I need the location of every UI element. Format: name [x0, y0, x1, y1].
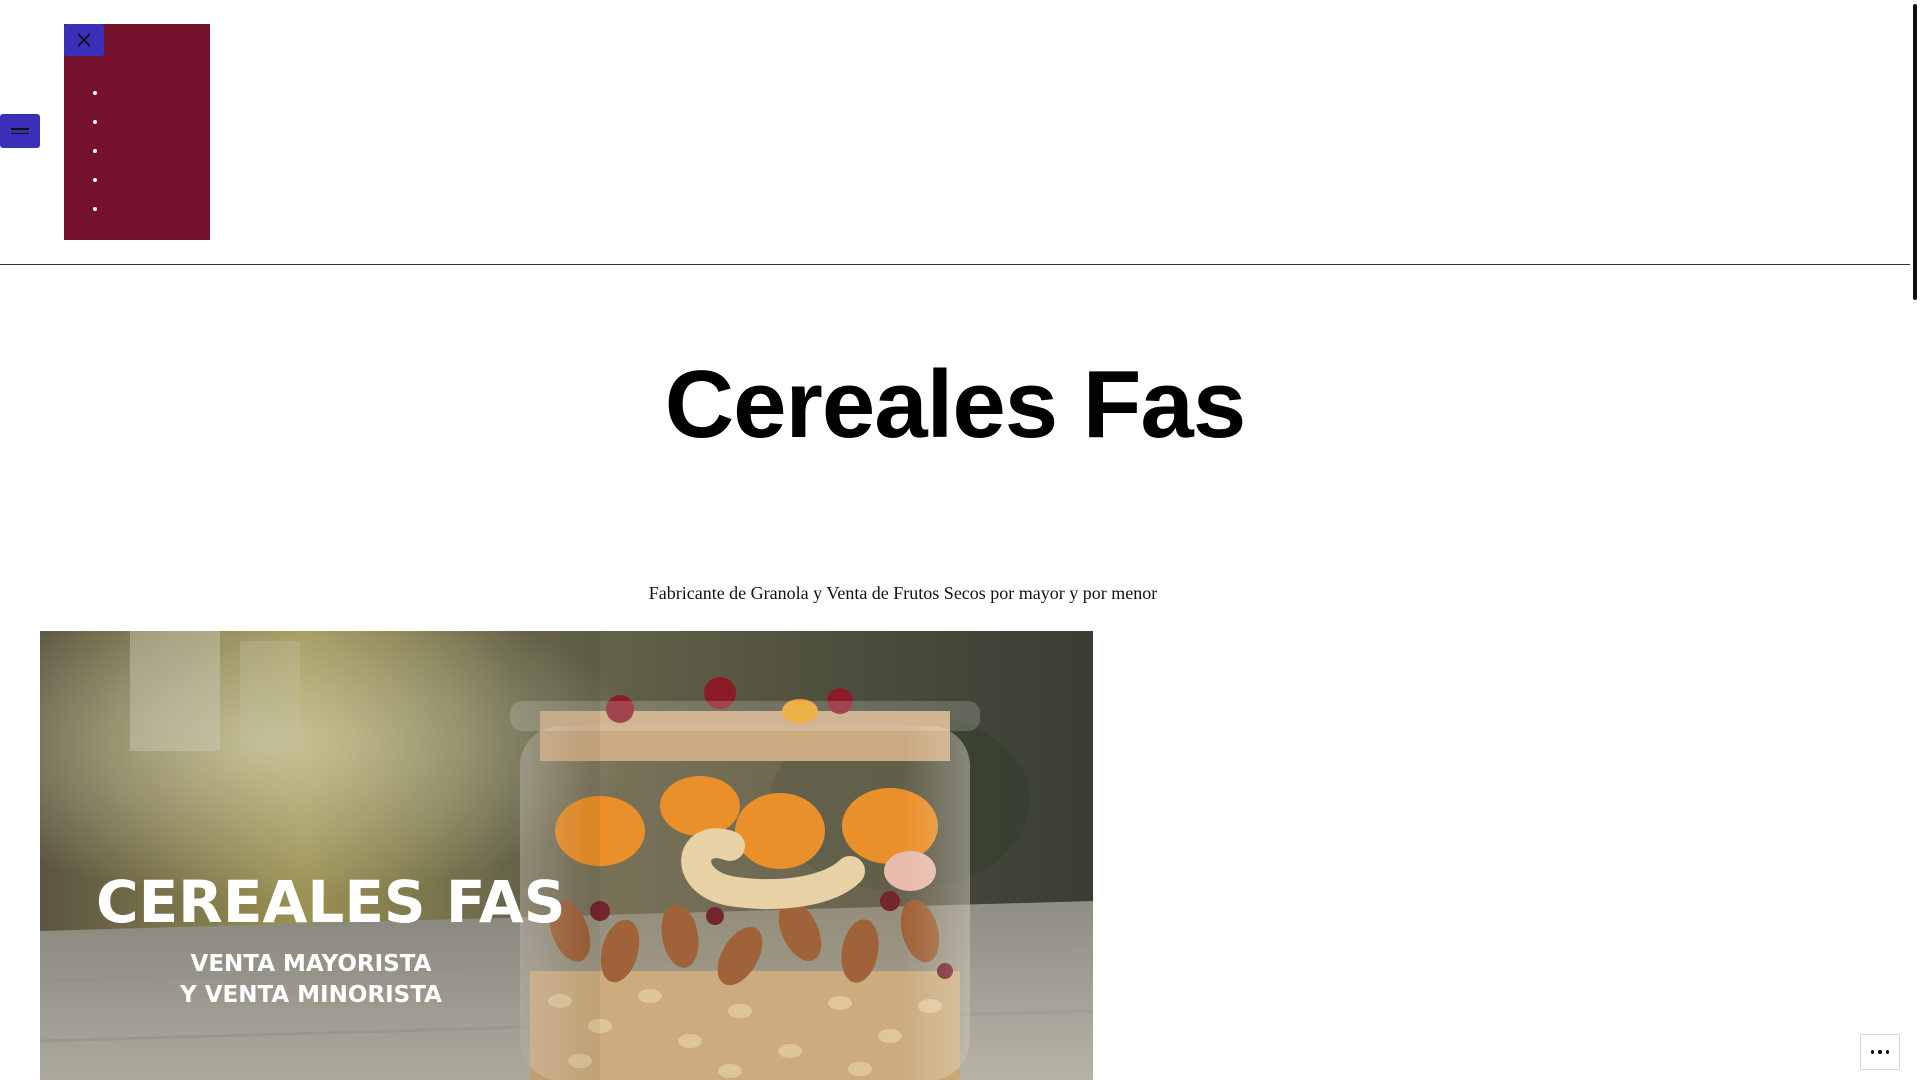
- open-menu-button[interactable]: [0, 114, 40, 148]
- site-tagline: Fabricante de Granola y Venta de Frutos …: [648, 583, 1158, 603]
- header-divider: [0, 264, 1910, 265]
- hero-image: CEREALES FAS VENTA MAYORISTA Y VENTA MIN…: [40, 631, 1093, 1080]
- hero-brand-text: CEREALES FAS: [96, 868, 566, 936]
- close-menu-button[interactable]: [64, 24, 104, 56]
- hero-subline-1: VENTA MAYORISTA: [190, 951, 432, 977]
- more-horizontal-icon: [1869, 1050, 1892, 1054]
- navigation-menu: [64, 78, 108, 223]
- site-title[interactable]: Cereales Fas: [0, 350, 1910, 460]
- hamburger-icon: [11, 125, 29, 137]
- more-options-button[interactable]: [1860, 1034, 1900, 1070]
- hero-overlay-text: CEREALES FAS VENTA MAYORISTA Y VENTA MIN…: [40, 631, 600, 1080]
- page: Cereales Fas Fabricante de Granola y Ven…: [0, 0, 1920, 1080]
- scrollbar[interactable]: [1910, 0, 1920, 1080]
- scrollbar-thumb[interactable]: [1913, 4, 1917, 300]
- hero-subline-2: Y VENTA MINORISTA: [180, 982, 442, 1008]
- close-icon: [77, 33, 91, 47]
